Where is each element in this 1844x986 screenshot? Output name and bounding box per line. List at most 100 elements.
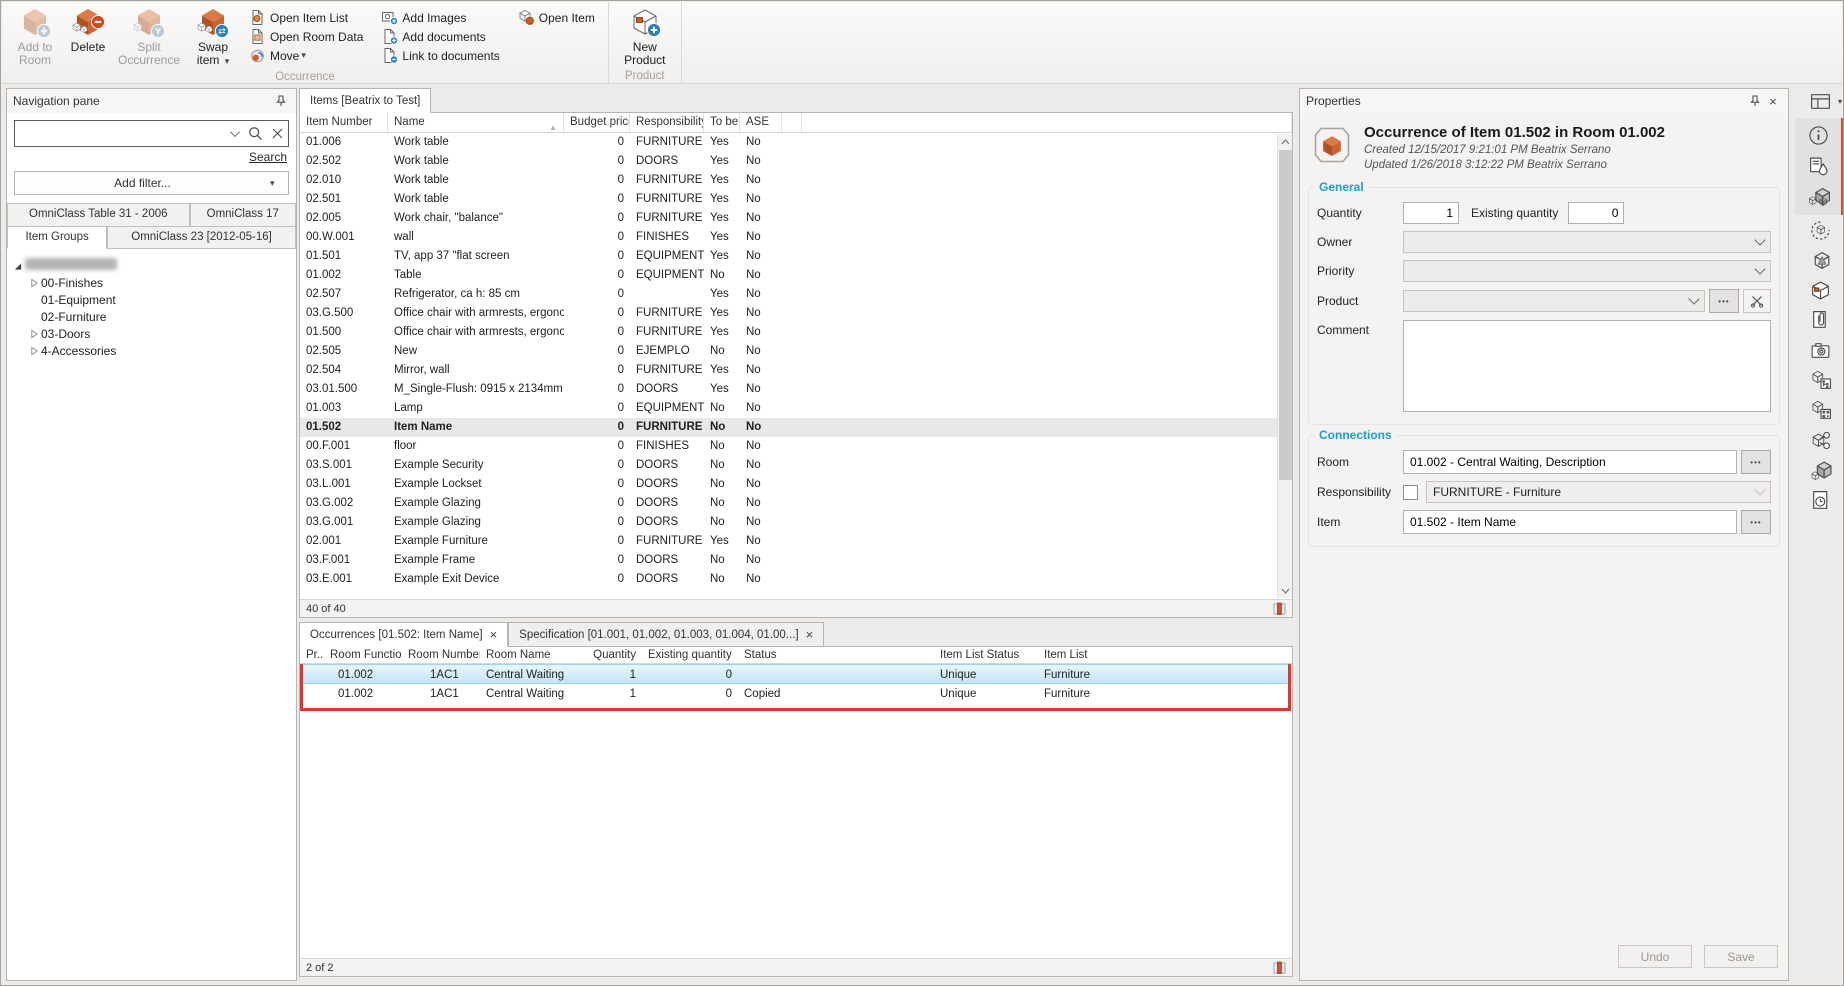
search-link[interactable]: Search [249, 150, 287, 164]
codes-icon[interactable] [1795, 395, 1844, 425]
add-to-room-button[interactable]: Add to Room [7, 4, 63, 69]
tab-items[interactable]: Items [Beatrix to Test] [299, 88, 431, 113]
report-icon[interactable] [1273, 602, 1286, 615]
tab-omniclass-table-31-2006[interactable]: OmniClass Table 31 - 2006 [7, 203, 190, 226]
move-button[interactable]: Move ▾ [246, 46, 366, 65]
occurrence-column-header[interactable]: Status [738, 647, 934, 663]
occurrence-row[interactable]: 01.0021AC1Central Waiting10CopiedUniqueF… [300, 684, 1292, 704]
tree-node[interactable]: 00-Finishes [11, 274, 292, 291]
occurrence-solid-icon[interactable] [1795, 455, 1844, 485]
open-item-list-button[interactable]: Open Item List [246, 8, 366, 27]
scroll-up-icon[interactable] [1278, 134, 1293, 149]
item-row[interactable]: 00.W.001wall0FINISHESYesNo [300, 228, 1292, 247]
item-row[interactable]: 02.501Work table0FURNITUREYesNo [300, 190, 1292, 209]
relations-icon[interactable] [1795, 425, 1844, 455]
tree-node[interactable]: 4-Accessories [11, 342, 292, 359]
item-row[interactable]: 03.G.001Example Glazing0DOORSNoNo [300, 513, 1292, 532]
item-row[interactable]: 02.504Mirror, wall0FURNITUREYesNo [300, 361, 1292, 380]
occurrence-column-header[interactable]: Quantity [576, 647, 642, 663]
items-column-header[interactable]: ASE [740, 113, 782, 132]
info-icon[interactable] [1795, 120, 1841, 151]
item-row[interactable]: 03.E.001Example Exit Device0DOORSNoNo [300, 570, 1292, 589]
new-product-button[interactable]: New Product [614, 4, 676, 69]
structure-icon[interactable] [1795, 365, 1844, 395]
item-row[interactable]: 02.001Example Furniture0FURNITUREYesNo [300, 532, 1292, 551]
save-button[interactable]: Save [1704, 945, 1778, 968]
split-occurrence-button[interactable]: Y Split Occurrence [113, 4, 185, 69]
tab-omniclass-17[interactable]: OmniClass 17 [190, 203, 296, 226]
log-icon[interactable] [1795, 485, 1844, 515]
add-images-button[interactable]: Add Images [378, 8, 502, 27]
occurrences-icon[interactable] [1795, 182, 1841, 213]
add-documents-button[interactable]: Add documents [378, 27, 502, 46]
product-browse-button[interactable]: ••• [1709, 289, 1739, 313]
product-icon[interactable] [1795, 275, 1844, 305]
tree-node[interactable]: 01-Equipment [11, 291, 292, 308]
scroll-down-icon[interactable] [1278, 583, 1293, 598]
item-row[interactable]: 03.01.500M_Single-Flush: 0915 x 2134mm0D… [300, 380, 1292, 399]
tree-root-node[interactable] [11, 257, 292, 274]
item-row[interactable]: 02.010Work table0FURNITUREYesNo [300, 171, 1292, 190]
tab-omniclass-23-2012-05-16[interactable]: OmniClass 23 [2012-05-16] [107, 226, 296, 249]
tree-collapsed-icon[interactable] [27, 346, 41, 356]
systems-icon[interactable] [1795, 245, 1844, 275]
search-options-chevron-icon[interactable] [222, 130, 244, 137]
room-browse-button[interactable]: ••• [1741, 450, 1771, 474]
tab-item-groups[interactable]: Item Groups [7, 226, 107, 249]
items-column-header[interactable]: Item Number [300, 113, 388, 132]
occurrence-column-header[interactable]: Item List [1038, 647, 1292, 663]
panel-layout-icon[interactable]: ▾ [1795, 88, 1844, 114]
item-row[interactable]: 01.501TV, app 37 "flat screen0EQUIPMENTY… [300, 247, 1292, 266]
occurrence-row[interactable]: 01.0021AC1Central Waiting10UniqueFurnitu… [300, 664, 1292, 684]
item-row[interactable]: 01.002Table0EQUIPMENTNoNo [300, 266, 1292, 285]
item-row[interactable]: 03.S.001Example Security0DOORSNoNo [300, 456, 1292, 475]
occurrence-column-header[interactable]: Room Name [480, 647, 576, 663]
item-field[interactable] [1403, 510, 1737, 534]
product-unlink-icon[interactable] [1743, 289, 1771, 313]
items-column-header[interactable]: Name▲ [388, 113, 564, 132]
images-icon[interactable] [1795, 335, 1844, 365]
pin-icon[interactable] [272, 92, 290, 110]
item-row[interactable]: 02.505New0EJEMPLONoNo [300, 342, 1292, 361]
items-column-header[interactable]: Responsibility [630, 113, 704, 132]
close-icon[interactable]: × [1764, 92, 1782, 110]
item-browse-button[interactable]: ••• [1741, 510, 1771, 534]
tree-node[interactable]: 03-Doors [11, 325, 292, 342]
delete-button[interactable]: Delete [65, 4, 111, 56]
tree-node[interactable]: 02-Furniture [11, 308, 292, 325]
occurrence-column-header[interactable]: Item List Status [934, 647, 1038, 663]
pin-icon[interactable] [1746, 92, 1764, 110]
clear-search-icon[interactable] [266, 126, 288, 141]
item-row[interactable]: 02.507Refrigerator, ca h: 85 cm0YesNo [300, 285, 1292, 304]
items-column-header[interactable]: To be... [704, 113, 740, 132]
item-row[interactable]: 01.502Item Name0FURNITURENoNo [300, 418, 1292, 437]
product-dropdown[interactable] [1403, 290, 1705, 312]
link-to-documents-button[interactable]: Link to documents [378, 46, 502, 65]
classification-icon[interactable] [1795, 215, 1844, 245]
item-row[interactable]: 01.006Work table0FURNITUREYesNo [300, 133, 1292, 152]
quantity-field[interactable] [1403, 202, 1459, 224]
occurrence-column-header[interactable]: Existing quantity [642, 647, 738, 663]
existing-quantity-field[interactable] [1568, 202, 1624, 224]
items-column-header[interactable]: Budget price [564, 113, 630, 132]
scrollbar-thumb[interactable] [1279, 150, 1292, 480]
search-icon[interactable] [244, 126, 266, 141]
item-row[interactable]: 01.500Office chair with armrests, ergono… [300, 323, 1292, 342]
item-row[interactable]: 03.F.001Example Frame0DOORSNoNo [300, 551, 1292, 570]
responsibility-dropdown[interactable]: FURNITURE - Furniture [1426, 481, 1771, 503]
add-filter-dropdown[interactable]: Add filter... ▾ [14, 171, 289, 195]
items-scrollbar[interactable] [1277, 134, 1292, 598]
room-field[interactable] [1403, 450, 1737, 474]
item-documents-icon[interactable] [1795, 151, 1841, 182]
tab-specification[interactable]: Specification [01.001, 01.002, 01.003, 0… [508, 622, 824, 646]
occurrence-column-header[interactable]: Room Function #: [324, 647, 402, 663]
close-icon[interactable]: × [806, 630, 814, 640]
occurrence-column-header[interactable]: Pr... [300, 647, 324, 663]
close-icon[interactable]: × [490, 630, 498, 640]
responsibility-checkbox[interactable] [1403, 485, 1418, 500]
owner-dropdown[interactable] [1403, 231, 1771, 253]
comment-field[interactable] [1403, 320, 1771, 412]
report-icon[interactable] [1273, 961, 1286, 974]
item-row[interactable]: 01.003Lamp0EQUIPMENTNoNo [300, 399, 1292, 418]
item-row[interactable]: 02.005Work chair, "balance"0FURNITUREYes… [300, 209, 1292, 228]
